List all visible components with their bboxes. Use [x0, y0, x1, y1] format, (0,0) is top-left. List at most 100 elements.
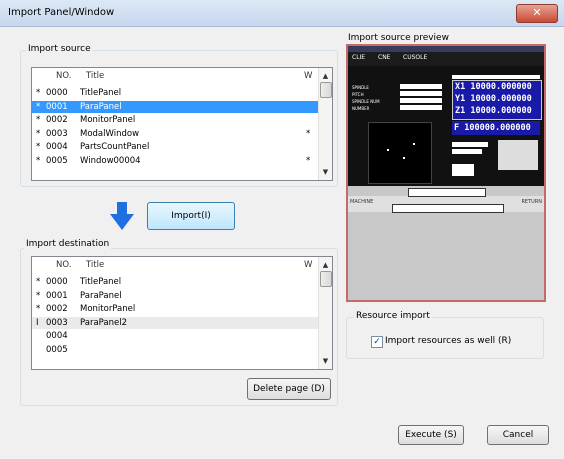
list-item-no: 0000: [46, 277, 68, 287]
list-item-no: 0004: [46, 331, 68, 341]
preview-tab: CUSOLE: [403, 54, 428, 61]
execute-button[interactable]: Execute (S): [398, 425, 464, 445]
col-header-w[interactable]: W: [304, 71, 312, 85]
list-item-title: Window00004: [80, 155, 141, 166]
preview-value: 10000.000000: [470, 82, 532, 92]
preview-value: 100000.000000: [464, 123, 531, 133]
scroll-thumb[interactable]: [320, 271, 332, 287]
import-destination-list[interactable]: NO. Title W * 0000 TitlePanel * 0001 ParaPane…: [31, 256, 333, 370]
list-item-marker: *: [36, 304, 41, 314]
import-source-preview: CLIE CNE CUSOLE SPINDLE PITCH SPINDLE NU…: [346, 44, 546, 302]
scroll-down-icon[interactable]: ▼: [321, 168, 330, 176]
list-item-title: PartsCountPanel: [80, 142, 150, 152]
list-item-no: 0002: [46, 115, 68, 125]
list-item-title: ParaPanel2: [80, 317, 127, 328]
list-item-title: ParaPanel: [80, 290, 122, 301]
list-item-no: 0005: [46, 155, 68, 166]
list-item[interactable]: * 0005 Window00004 *: [32, 155, 332, 167]
list-item-w: *: [306, 128, 311, 139]
list-item[interactable]: I 0003 ParaPanel2: [32, 316, 332, 329]
list-item[interactable]: 0005: [32, 344, 332, 356]
preview-bottom-label: MACHINE: [350, 199, 374, 205]
list-item-title: MonitorPanel: [80, 304, 136, 314]
close-icon: ✕: [532, 6, 542, 19]
preview-axis: X1: [455, 82, 466, 92]
list-item[interactable]: * 0003 ModalWindow *: [32, 128, 332, 140]
list-item-title: ModalWindow: [80, 128, 140, 139]
title-bar: Import Panel/Window ✕: [0, 0, 564, 27]
preview-bottom-bar: MACHINE RETURN: [348, 196, 544, 213]
import-button[interactable]: Import(I): [147, 202, 235, 230]
import-resources-label[interactable]: Import resources as well (R): [385, 336, 511, 346]
list-item-title: TitlePanel: [80, 277, 122, 287]
scroll-thumb[interactable]: [320, 82, 332, 98]
preview-readout-box: X1 10000.000000 Y1 10000.000000 Z1 10000…: [452, 80, 542, 120]
preview-axis: Z1: [455, 106, 466, 116]
resource-import-legend: Resource import: [354, 311, 432, 321]
list-item-marker: *: [36, 277, 41, 287]
preview-value: 10000.000000: [470, 94, 532, 104]
list-item-marker: *: [36, 290, 41, 301]
list-item-marker: *: [36, 101, 41, 112]
list-item[interactable]: * 0001 ParaPanel: [32, 100, 332, 113]
preview-label: Import source preview: [346, 33, 451, 43]
list-item-no: 0002: [46, 304, 68, 314]
preview-field-label: NUMBER: [352, 106, 370, 111]
col-header-no[interactable]: NO.: [56, 260, 71, 274]
col-header-title[interactable]: Title: [86, 71, 104, 85]
cancel-button[interactable]: Cancel: [487, 425, 549, 445]
list-item-no: 0001: [46, 290, 68, 301]
list-item[interactable]: * 0000 TitlePanel: [32, 276, 332, 288]
preview-axis: F: [454, 123, 460, 133]
list-item-title: ParaPanel: [80, 101, 122, 112]
preview-field-label: SPINDLE NUM: [352, 99, 380, 104]
preview-value: 10000.000000: [470, 106, 532, 116]
preview-feed-box: F 100000.000000: [452, 121, 540, 135]
list-item-marker: *: [36, 142, 41, 152]
import-destination-legend: Import destination: [24, 239, 112, 249]
col-header-no[interactable]: NO.: [56, 71, 71, 85]
scroll-down-icon[interactable]: ▼: [321, 357, 330, 365]
import-source-list[interactable]: NO. Title W * 0000 TitlePanel * 0001 ParaPane…: [31, 67, 333, 181]
list-item-no: 0003: [46, 317, 68, 328]
import-destination-scrollbar[interactable]: ▲ ▼: [318, 257, 332, 369]
preview-screen: SPINDLE PITCH SPINDLE NUM NUMBER X1 1000…: [348, 66, 544, 186]
list-item[interactable]: * 0000 TitlePanel: [32, 87, 332, 99]
list-item-title: TitlePanel: [80, 88, 122, 98]
close-button[interactable]: ✕: [516, 4, 558, 23]
list-item-no: 0000: [46, 88, 68, 98]
import-source-scrollbar[interactable]: ▲ ▼: [318, 68, 332, 180]
list-item-no: 0001: [46, 101, 68, 112]
delete-page-button[interactable]: Delete page (D): [247, 378, 331, 400]
list-item[interactable]: * 0004 PartsCountPanel: [32, 141, 332, 153]
list-item-marker: *: [36, 128, 41, 139]
list-item-title: MonitorPanel: [80, 115, 136, 125]
preview-axis: Y1: [455, 94, 466, 104]
list-item-no: 0004: [46, 142, 68, 152]
list-item-no: 0005: [46, 344, 68, 355]
list-item-marker: *: [36, 88, 41, 98]
col-header-w[interactable]: W: [304, 260, 312, 274]
preview-tab: CNE: [378, 54, 391, 61]
import-source-legend: Import source: [26, 44, 93, 54]
list-item[interactable]: * 0001 ParaPanel: [32, 290, 332, 302]
col-header-title[interactable]: Title: [86, 260, 104, 274]
preview-bottom-label: RETURN: [521, 199, 542, 205]
preview-field-label: SPINDLE: [352, 85, 369, 90]
down-arrow-icon: [110, 202, 134, 230]
preview-field-label: PITCH: [352, 92, 364, 97]
list-item-no: 0003: [46, 128, 68, 139]
list-item-marker: *: [36, 115, 41, 125]
preview-graph: [368, 122, 432, 184]
preview-tab: CLIE: [352, 54, 366, 61]
window-title: Import Panel/Window: [8, 7, 115, 18]
import-resources-checkbox[interactable]: ✓: [371, 336, 383, 348]
list-item-w: *: [306, 155, 311, 166]
list-item[interactable]: 0004: [32, 330, 332, 342]
list-item-marker: *: [36, 155, 41, 166]
list-item[interactable]: * 0002 MonitorPanel: [32, 303, 332, 315]
list-item[interactable]: * 0002 MonitorPanel: [32, 114, 332, 126]
scroll-up-icon[interactable]: ▲: [321, 261, 330, 269]
list-item-marker: I: [36, 317, 39, 328]
scroll-up-icon[interactable]: ▲: [321, 72, 330, 80]
